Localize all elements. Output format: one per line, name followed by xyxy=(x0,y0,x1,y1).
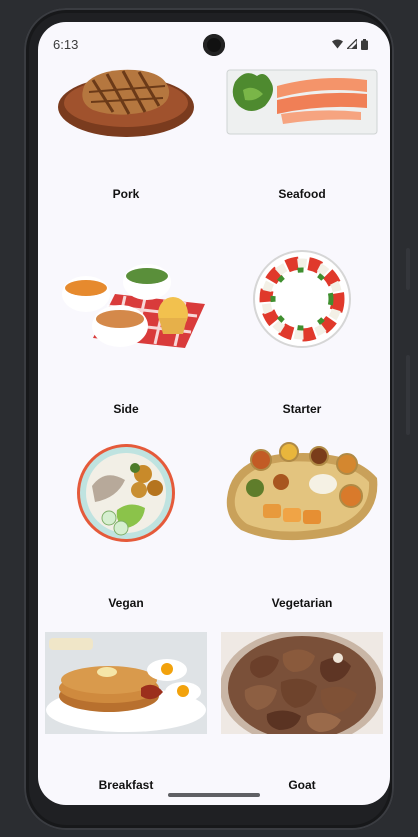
status-time: 6:13 xyxy=(53,36,79,52)
category-label: Breakfast xyxy=(98,778,154,792)
vegetarian-image xyxy=(226,442,378,541)
category-card-side[interactable]: Side xyxy=(45,244,207,416)
front-camera xyxy=(203,34,225,56)
category-label: Vegan xyxy=(108,596,144,610)
category-card-goat[interactable]: Goat xyxy=(221,632,383,792)
category-card-starter[interactable]: Starter xyxy=(221,244,383,416)
cellular-signal-icon xyxy=(347,39,357,49)
app-screen: 6:13 Pork Seafood Side Starter Vegan Veg… xyxy=(38,22,390,805)
category-card-vegetarian[interactable]: Vegetarian xyxy=(221,438,383,610)
category-card-pork[interactable]: Pork xyxy=(45,62,207,202)
volume-button xyxy=(406,355,410,435)
battery-icon xyxy=(361,38,368,50)
wifi-icon xyxy=(332,39,343,49)
status-icons xyxy=(332,38,368,50)
goat-image xyxy=(221,632,383,734)
category-label: Goat xyxy=(288,778,316,792)
category-label: Starter xyxy=(282,402,322,416)
vegan-image xyxy=(77,444,175,542)
breakfast-image xyxy=(45,632,207,734)
category-label: Pork xyxy=(112,187,140,201)
category-card-vegan[interactable]: Vegan xyxy=(45,438,207,610)
starter-image xyxy=(253,250,351,348)
category-label: Side xyxy=(113,402,139,416)
category-card-breakfast[interactable]: Breakfast xyxy=(45,632,207,792)
seafood-image xyxy=(226,69,378,135)
category-card-seafood[interactable]: Seafood xyxy=(221,62,383,202)
category-label: Vegetarian xyxy=(271,596,333,610)
power-button xyxy=(406,248,410,290)
pork-image xyxy=(58,69,194,137)
side-image xyxy=(62,264,205,348)
home-indicator[interactable] xyxy=(168,793,260,797)
category-label: Seafood xyxy=(278,187,326,201)
